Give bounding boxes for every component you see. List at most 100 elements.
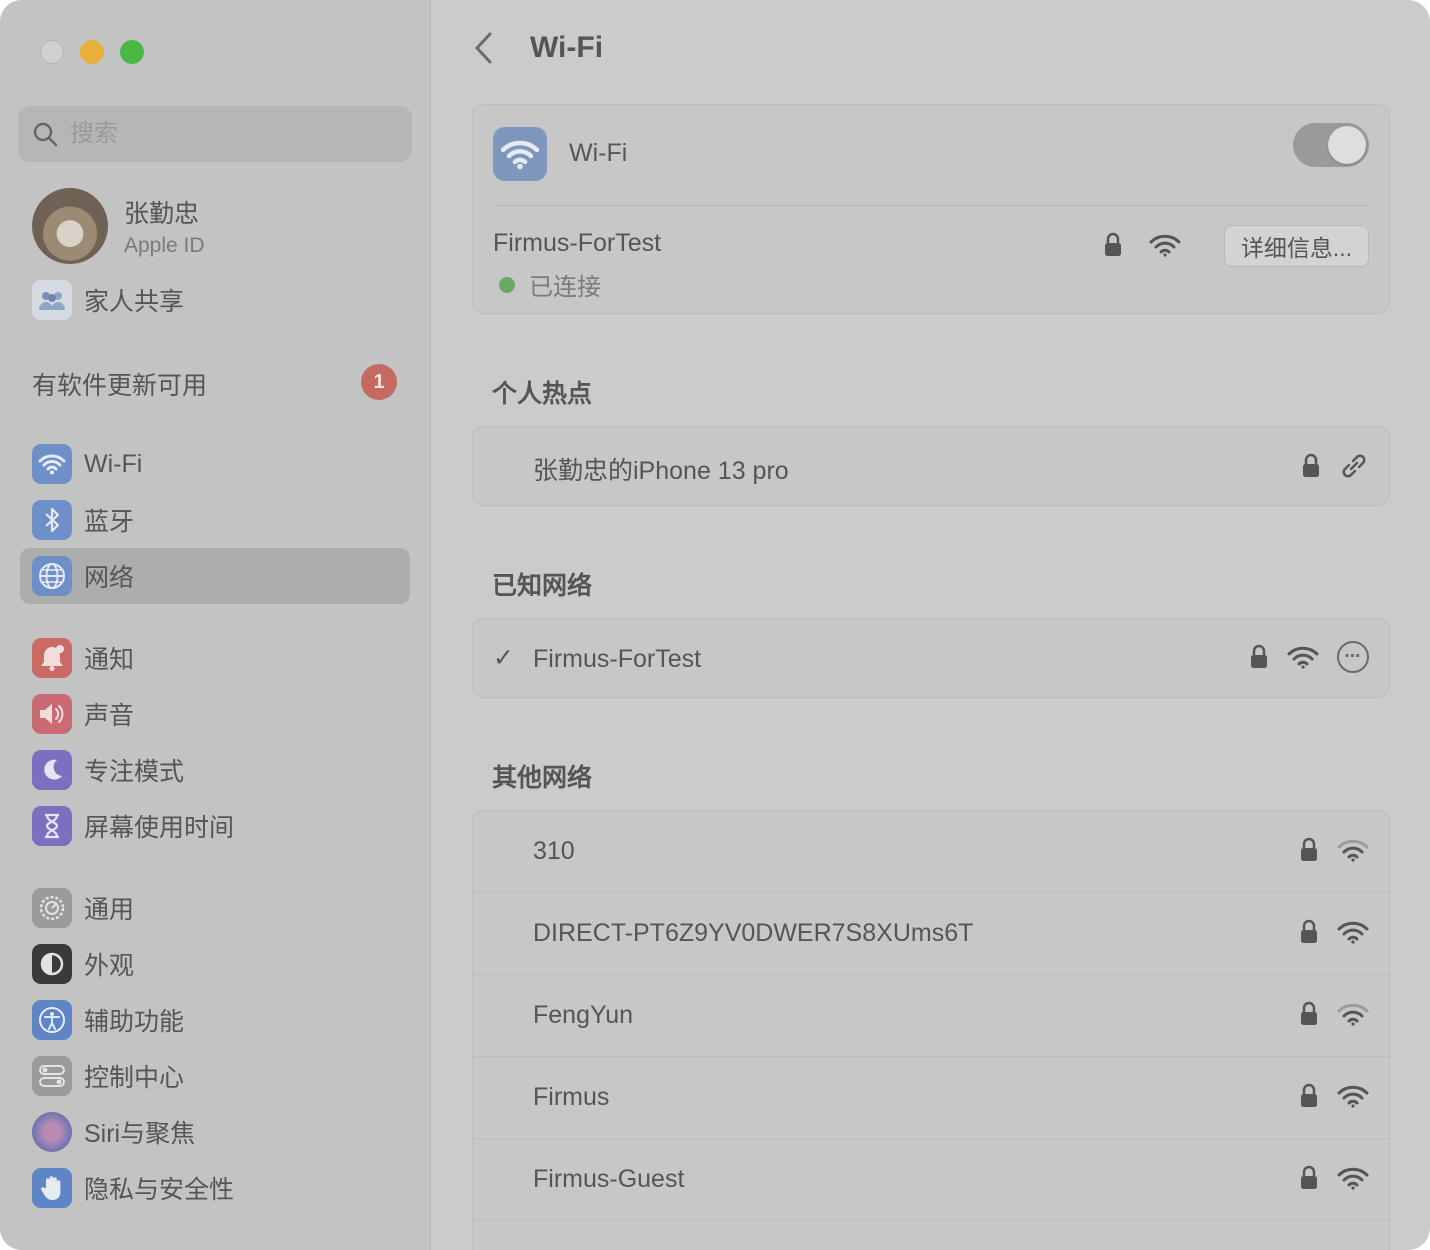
sidebar-item-label: Siri与聚焦	[84, 1120, 196, 1148]
sidebar-item-screen-time[interactable]: 屏幕使用时间	[20, 798, 410, 854]
sidebar-item-general[interactable]: 通用	[20, 880, 410, 936]
sidebar-item-focus[interactable]: 专注模式	[20, 742, 410, 798]
lock-icon	[1301, 919, 1317, 943]
page-title: Wi-Fi	[530, 31, 604, 64]
lock-icon	[1301, 1083, 1317, 1107]
settings-window: 张勤忠 Apple ID 家人共享 有软件更新可用 1 Wi-Fi	[0, 0, 1430, 1250]
speaker-icon	[32, 694, 72, 734]
close-button[interactable]	[40, 40, 64, 64]
sidebar-item-accessibility[interactable]: 辅助功能	[20, 992, 410, 1048]
search-input[interactable]	[70, 120, 370, 148]
sidebar-item-notifications[interactable]: 通知	[20, 630, 410, 686]
sidebar-item-label: Wi-Fi	[84, 449, 143, 478]
hourglass-icon	[32, 806, 72, 846]
wifi-signal-icon	[1337, 1167, 1369, 1190]
details-button[interactable]: 详细信息...	[1223, 225, 1369, 267]
hotspot-device-name: 张勤忠的iPhone 13 pro	[533, 457, 789, 485]
sidebar-item-label: 蓝牙	[84, 508, 135, 536]
lock-icon	[1301, 1001, 1317, 1025]
lock-icon	[1251, 644, 1267, 668]
sidebar: 张勤忠 Apple ID 家人共享 有软件更新可用 1 Wi-Fi	[0, 0, 431, 1250]
globe-icon	[32, 556, 72, 596]
wifi-weak-signal-icon	[1337, 839, 1369, 862]
apple-id-account[interactable]: 张勤忠 Apple ID	[32, 188, 205, 264]
wifi-signal-icon	[1287, 646, 1319, 669]
current-network-name: Firmus-ForTest	[493, 229, 662, 257]
wifi-app-icon	[493, 127, 547, 181]
moon-icon	[32, 750, 72, 790]
toggle-knob	[1328, 126, 1366, 164]
bluetooth-icon	[32, 500, 72, 540]
connection-status: 已连接	[499, 267, 601, 302]
sidebar-item-privacy[interactable]: 隐私与安全性	[20, 1160, 410, 1216]
sidebar-item-appearance[interactable]: 外观	[20, 936, 410, 992]
minimize-button[interactable]	[80, 40, 104, 64]
hotspot-card: 张勤忠的iPhone 13 pro	[472, 426, 1390, 506]
known-network-icons: ⋯	[1249, 641, 1369, 673]
sidebar-item-label: 家人共享	[84, 288, 185, 316]
known-section-title: 已知网络	[492, 572, 593, 600]
sidebar-item-family[interactable]: 家人共享	[20, 272, 410, 328]
wifi-signal-icon	[1149, 234, 1181, 257]
divider	[493, 205, 1369, 206]
network-row[interactable]: Firmus-Guest	[473, 1139, 1391, 1221]
sidebar-item-control-center[interactable]: 控制中心	[20, 1048, 410, 1104]
network-name: Firmus-Guest	[533, 1165, 685, 1193]
known-network-row[interactable]: ✓ Firmus-ForTest ⋯	[473, 619, 1391, 697]
window-controls	[40, 40, 144, 64]
back-chevron-icon[interactable]	[472, 30, 496, 66]
current-network-icons	[1103, 232, 1181, 258]
checkmark-icon: ✓	[493, 644, 514, 672]
hand-icon	[32, 1168, 72, 1208]
appearance-icon	[32, 944, 72, 984]
accessibility-icon	[32, 1000, 72, 1040]
wifi-signal-icon	[1337, 1085, 1369, 1108]
sidebar-item-siri[interactable]: Siri与聚焦	[20, 1104, 410, 1160]
search-field[interactable]	[18, 106, 412, 162]
account-subtitle: Apple ID	[124, 234, 205, 257]
zoom-button[interactable]	[120, 40, 144, 64]
network-icons	[1299, 1165, 1369, 1191]
account-name: 张勤忠	[124, 200, 200, 228]
bell-icon	[32, 638, 72, 678]
siri-icon	[32, 1112, 72, 1152]
sidebar-item-label: 网络	[84, 564, 135, 592]
hotspot-section-title: 个人热点	[492, 380, 593, 408]
search-icon	[33, 122, 58, 147]
sidebar-item-bluetooth[interactable]: 蓝牙	[20, 492, 410, 548]
network-row[interactable]: DIRECT-PT6Z9YV0DWER7S8XUms6T	[473, 893, 1391, 975]
sidebar-item-wifi[interactable]: Wi-Fi	[20, 436, 410, 492]
sidebar-item-network[interactable]: 网络	[20, 548, 410, 604]
network-icons	[1299, 919, 1369, 945]
software-update-link[interactable]: 有软件更新可用	[32, 366, 207, 402]
known-networks-card: ✓ Firmus-ForTest ⋯	[472, 618, 1390, 698]
avatar	[32, 188, 108, 264]
network-row[interactable]: Firmus	[473, 1057, 1391, 1139]
lock-icon	[1301, 837, 1317, 861]
wifi-toggle[interactable]	[1293, 123, 1369, 167]
toolbar: Wi-Fi	[472, 30, 603, 66]
sidebar-item-label: 屏幕使用时间	[84, 814, 235, 842]
row-divider	[473, 1220, 1391, 1221]
sidebar-item-sound[interactable]: 声音	[20, 686, 410, 742]
hotspot-row[interactable]: 张勤忠的iPhone 13 pro	[473, 427, 1391, 505]
known-network-name: Firmus-ForTest	[533, 645, 702, 673]
hotspot-icons	[1301, 451, 1369, 481]
wifi-toggle-label: Wi-Fi	[569, 139, 628, 167]
more-options-button[interactable]: ⋯	[1337, 641, 1369, 673]
network-row[interactable]: FengYun	[473, 975, 1391, 1057]
sidebar-item-label: 声音	[84, 702, 135, 730]
network-name: FengYun	[533, 1001, 634, 1029]
wifi-signal-icon	[1337, 921, 1369, 944]
network-icons	[1299, 1001, 1369, 1027]
network-row[interactable]: 310	[473, 811, 1391, 893]
family-icon	[32, 280, 72, 320]
update-badge: 1	[361, 364, 397, 400]
network-name: DIRECT-PT6Z9YV0DWER7S8XUms6T	[533, 919, 974, 947]
sidebar-item-label: 外观	[84, 952, 135, 980]
status-text: 已连接	[529, 274, 601, 301]
sidebar-item-label: 通知	[84, 646, 135, 674]
lock-icon	[1303, 453, 1319, 477]
wifi-card: Wi-Fi Firmus-ForTest 已连接 详细信息...	[472, 104, 1390, 314]
network-icons	[1299, 837, 1369, 863]
